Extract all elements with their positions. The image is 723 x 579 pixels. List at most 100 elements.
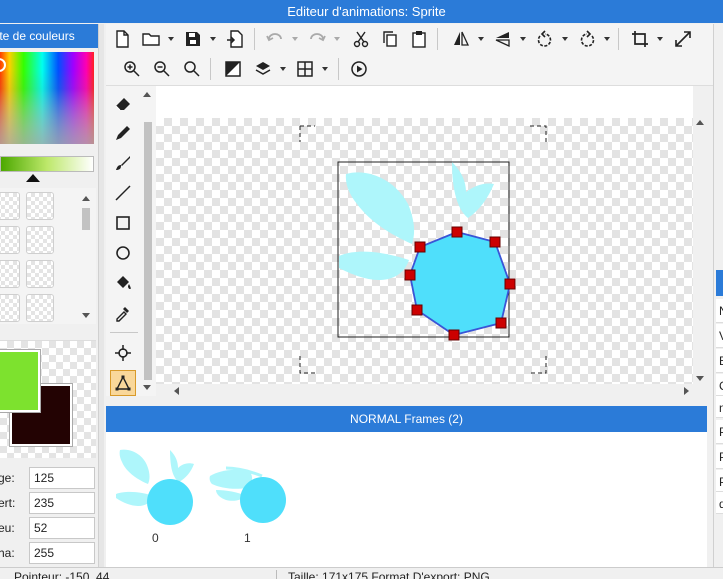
- open-dropdown-icon[interactable]: [168, 37, 174, 41]
- swatch[interactable]: [0, 294, 20, 322]
- pivot-icon[interactable]: [110, 340, 136, 366]
- property-row[interactable]: d: [716, 492, 723, 514]
- polygon-point[interactable]: [411, 304, 423, 316]
- rotate-right-dropdown-icon[interactable]: [604, 37, 610, 41]
- layers-dropdown-icon[interactable]: [280, 67, 286, 71]
- rectangle-icon[interactable]: [110, 210, 136, 236]
- swatch-scrollbar[interactable]: [79, 190, 93, 322]
- polygon-point[interactable]: [404, 269, 416, 281]
- rotate-left-icon[interactable]: [534, 28, 556, 50]
- eyedropper-icon[interactable]: [110, 300, 136, 326]
- scroll-thumb[interactable]: [82, 208, 90, 230]
- redo-dropdown-icon[interactable]: [334, 37, 340, 41]
- line-icon[interactable]: [110, 180, 136, 206]
- green-row: ert: 235: [0, 492, 96, 514]
- panel-splitter[interactable]: [98, 24, 104, 567]
- flip-v-dropdown-icon[interactable]: [520, 37, 526, 41]
- zoom-out-icon[interactable]: [151, 58, 173, 80]
- scroll-down-icon[interactable]: [143, 385, 151, 390]
- eraser-icon[interactable]: [110, 90, 136, 116]
- sprite-leaf: [345, 172, 415, 244]
- undo-dropdown-icon[interactable]: [292, 37, 298, 41]
- zoom-reset-icon[interactable]: [181, 58, 203, 80]
- scroll-up-icon[interactable]: [82, 196, 90, 201]
- scroll-down-icon[interactable]: [696, 376, 704, 381]
- save-dropdown-icon[interactable]: [210, 37, 216, 41]
- toolbar-separator: [618, 28, 619, 50]
- toolbox-scrollbar[interactable]: [140, 86, 154, 396]
- grid-dropdown-icon[interactable]: [322, 67, 328, 71]
- alpha-input[interactable]: 255: [29, 542, 95, 564]
- hue-slider-handle[interactable]: [26, 174, 40, 182]
- red-input[interactable]: 125: [29, 467, 95, 489]
- swatch[interactable]: [26, 294, 54, 322]
- green-input[interactable]: 235: [29, 492, 95, 514]
- resize-icon[interactable]: [672, 28, 694, 50]
- property-row[interactable]: N: [716, 299, 723, 323]
- polygon-point[interactable]: [495, 317, 507, 329]
- property-row[interactable]: E: [716, 349, 723, 373]
- zoom-in-icon[interactable]: [121, 58, 143, 80]
- flip-horizontal-icon[interactable]: [450, 28, 472, 50]
- rotate-right-icon[interactable]: [576, 28, 598, 50]
- property-row[interactable]: V: [716, 324, 723, 348]
- swatch[interactable]: [0, 192, 20, 220]
- property-row[interactable]: P: [716, 420, 723, 444]
- canvas-vscrollbar[interactable]: [693, 86, 707, 396]
- fill-bucket-icon[interactable]: [110, 270, 136, 296]
- open-folder-icon[interactable]: [140, 28, 162, 50]
- polygon-point[interactable]: [451, 226, 463, 238]
- cut-icon[interactable]: [350, 28, 372, 50]
- flip-vertical-icon[interactable]: [492, 28, 514, 50]
- copy-icon[interactable]: [379, 28, 401, 50]
- new-document-icon[interactable]: [111, 28, 133, 50]
- export-icon[interactable]: [224, 28, 246, 50]
- crop-dropdown-icon[interactable]: [657, 37, 663, 41]
- swatch[interactable]: [0, 226, 20, 254]
- property-row[interactable]: P: [716, 445, 723, 469]
- scroll-thumb[interactable]: [144, 122, 152, 380]
- flip-h-dropdown-icon[interactable]: [478, 37, 484, 41]
- toolbar-separator: [437, 28, 438, 50]
- collision-polygon-icon[interactable]: [110, 370, 136, 396]
- crop-icon[interactable]: [629, 28, 651, 50]
- swatch[interactable]: [26, 260, 54, 288]
- swatch[interactable]: [26, 226, 54, 254]
- pencil-icon[interactable]: [110, 120, 136, 146]
- drawing-canvas[interactable]: [156, 118, 693, 384]
- frame-index-label: 1: [244, 531, 251, 545]
- property-row[interactable]: n: [716, 396, 723, 418]
- redo-icon[interactable]: [306, 28, 328, 50]
- frame-thumbnail[interactable]: [206, 466, 290, 526]
- layers-icon[interactable]: [252, 58, 274, 80]
- grid-icon[interactable]: [294, 58, 316, 80]
- swatch[interactable]: [26, 192, 54, 220]
- paste-icon[interactable]: [408, 28, 430, 50]
- rotate-left-dropdown-icon[interactable]: [562, 37, 568, 41]
- blue-input[interactable]: 52: [29, 517, 95, 539]
- canvas-hscrollbar[interactable]: [156, 384, 693, 396]
- polygon-point[interactable]: [414, 241, 426, 253]
- ellipse-icon[interactable]: [110, 240, 136, 266]
- polygon-point[interactable]: [448, 329, 460, 341]
- frame-thumbnail[interactable]: [114, 444, 194, 538]
- toolbar-separator: [210, 58, 211, 80]
- property-row[interactable]: C: [716, 374, 723, 396]
- mask-icon[interactable]: [222, 58, 244, 80]
- scroll-down-icon[interactable]: [82, 313, 90, 318]
- polygon-point[interactable]: [489, 236, 501, 248]
- property-row[interactable]: P: [716, 470, 723, 492]
- swatch[interactable]: [0, 260, 20, 288]
- drawing-toolbox: [106, 86, 156, 396]
- brush-icon[interactable]: [110, 150, 136, 176]
- save-icon[interactable]: [182, 28, 204, 50]
- polygon-point[interactable]: [504, 278, 516, 290]
- scroll-left-icon[interactable]: [174, 387, 179, 395]
- primary-color-swatch[interactable]: [0, 350, 40, 412]
- hue-slider[interactable]: [0, 156, 94, 172]
- scroll-right-icon[interactable]: [684, 387, 689, 395]
- scroll-up-icon[interactable]: [143, 92, 151, 97]
- scroll-up-icon[interactable]: [696, 120, 704, 125]
- undo-icon[interactable]: [264, 28, 286, 50]
- play-icon[interactable]: [348, 58, 370, 80]
